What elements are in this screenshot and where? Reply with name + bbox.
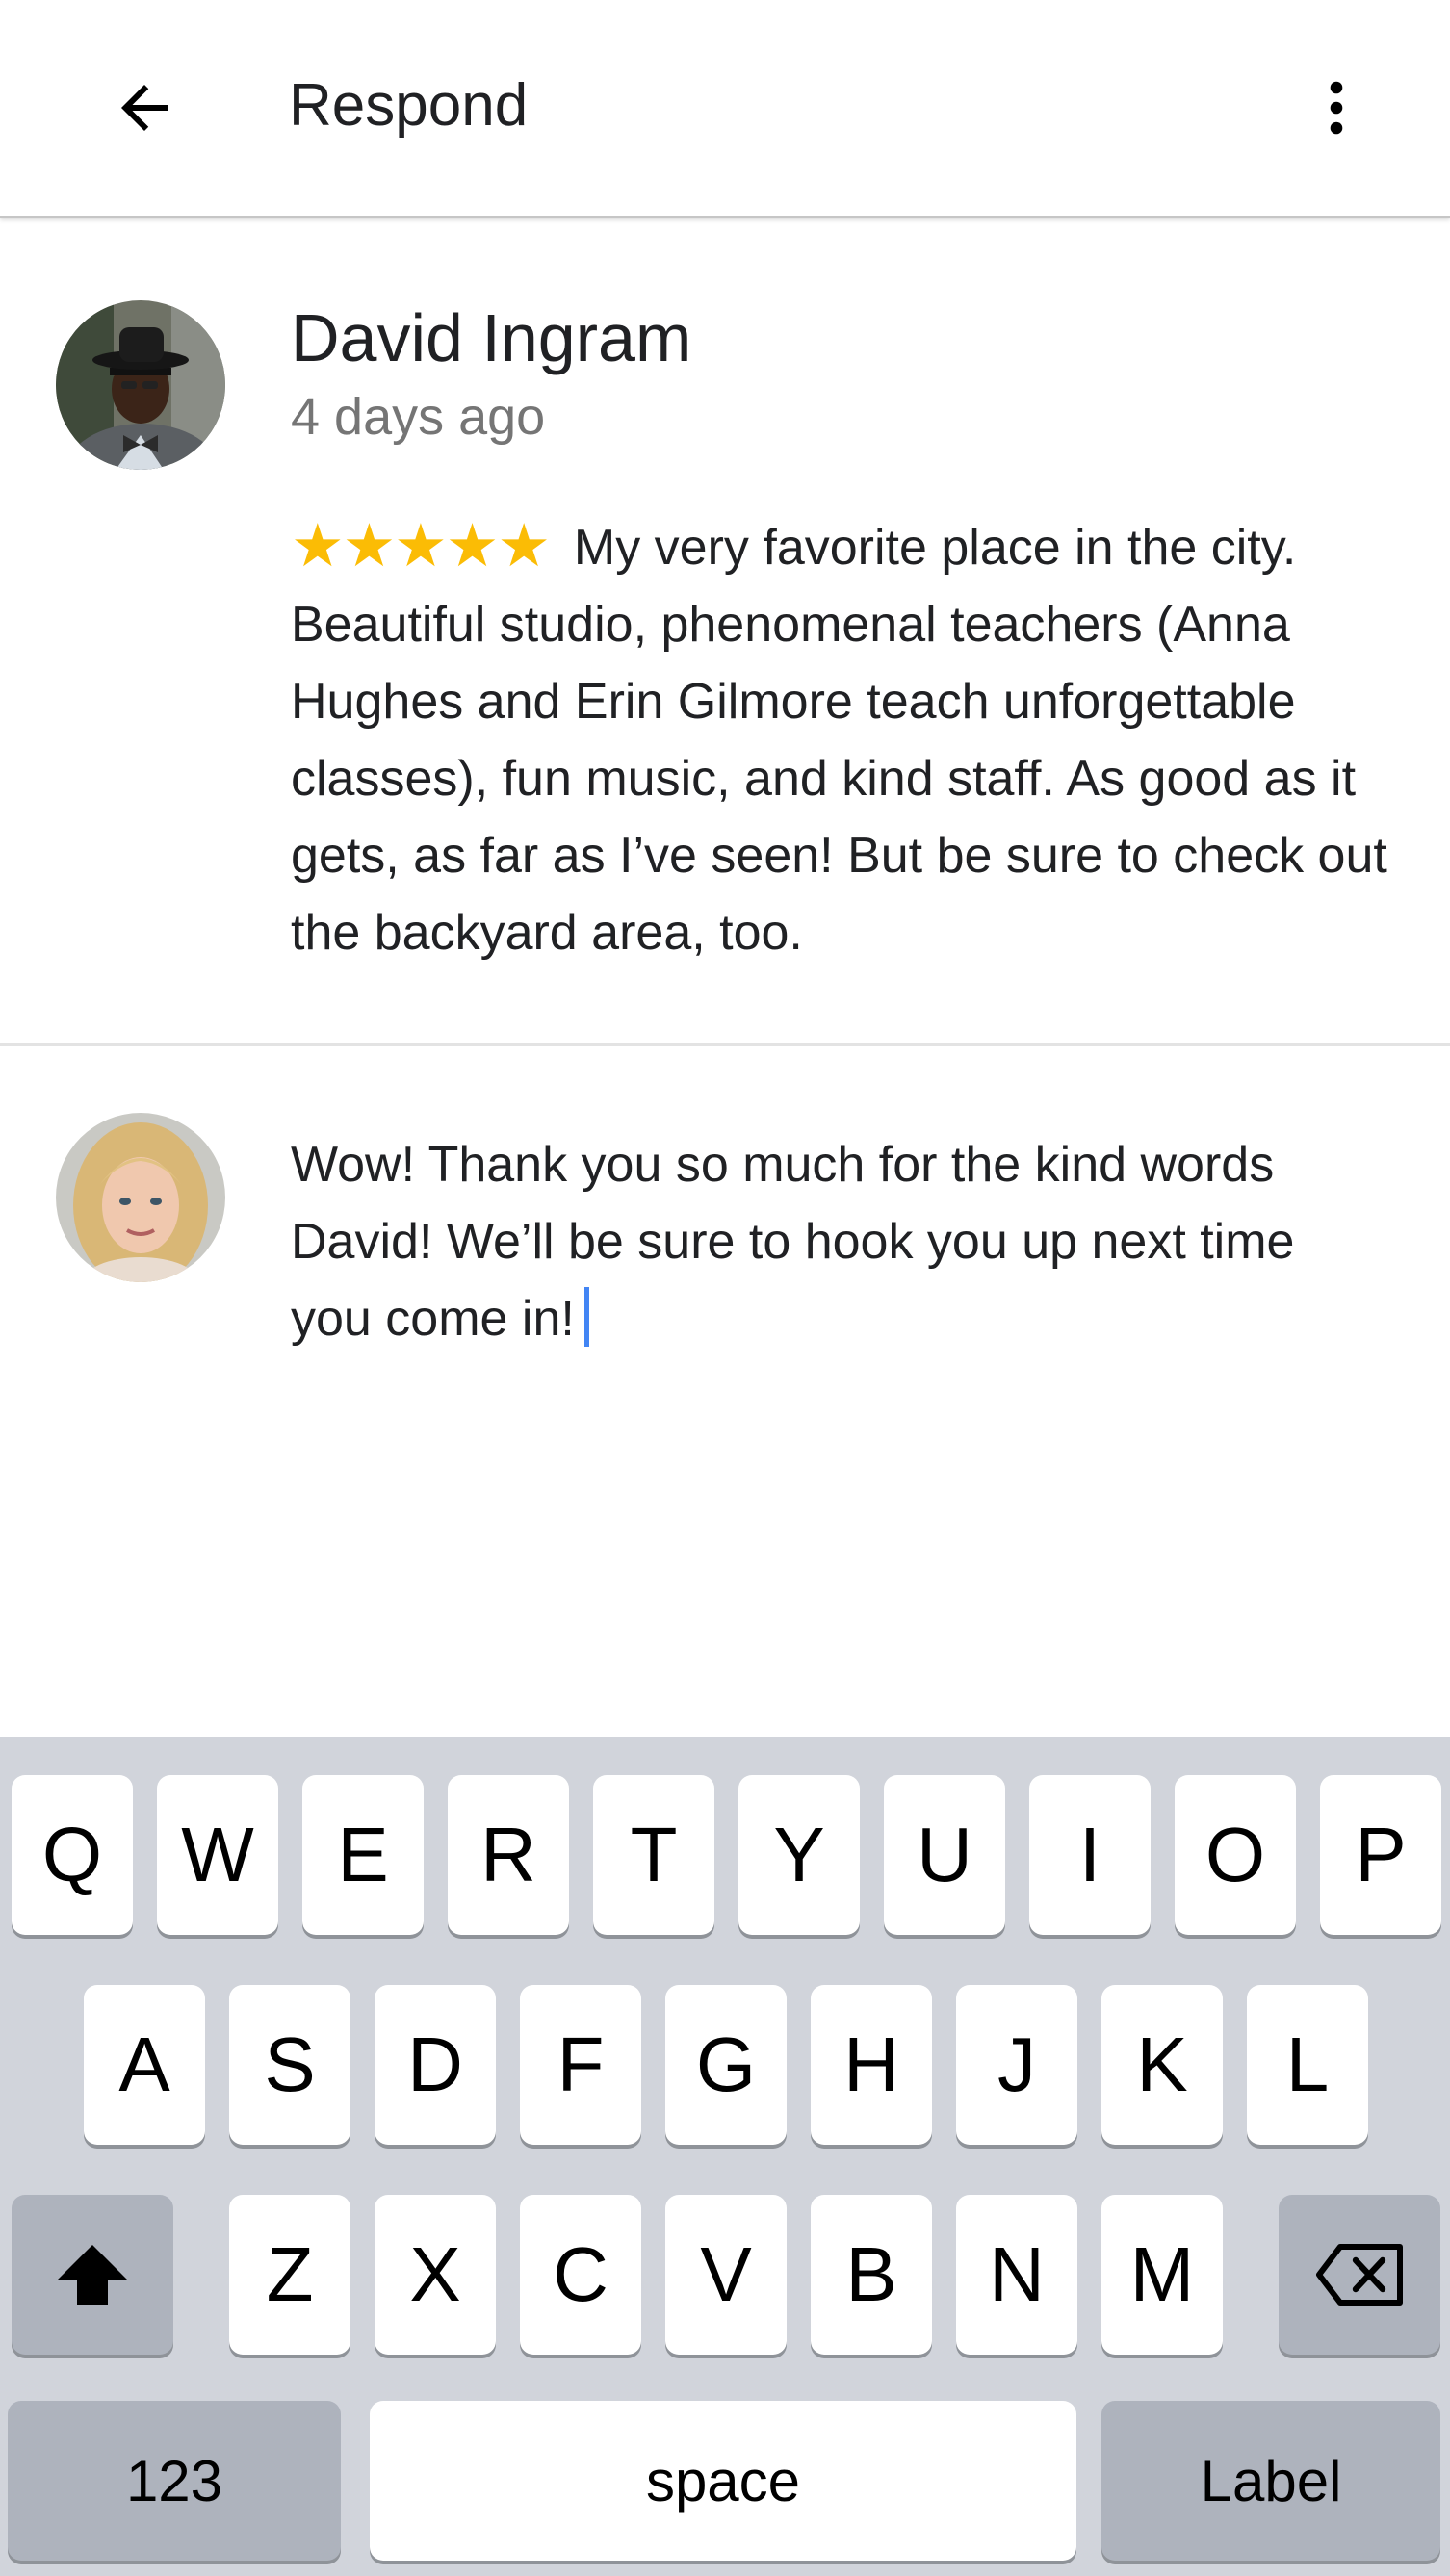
review-text: My very favorite place in the city. Beau… bbox=[291, 520, 1387, 961]
key-z[interactable]: Z bbox=[229, 2195, 350, 2355]
key-q[interactable]: Q bbox=[12, 1775, 133, 1935]
key-t[interactable]: T bbox=[593, 1775, 714, 1935]
reply-section[interactable]: Wow! Thank you so much for the kind word… bbox=[0, 1049, 1450, 1723]
label-key[interactable]: Label bbox=[1101, 2401, 1440, 2561]
backspace-icon bbox=[1316, 2244, 1403, 2306]
key-s[interactable]: S bbox=[229, 1985, 350, 2145]
key-o[interactable]: O bbox=[1175, 1775, 1296, 1935]
shift-icon bbox=[58, 2245, 127, 2305]
key-b[interactable]: B bbox=[811, 2195, 932, 2355]
key-d[interactable]: D bbox=[375, 1985, 496, 2145]
key-i[interactable]: I bbox=[1029, 1775, 1151, 1935]
key-y[interactable]: Y bbox=[738, 1775, 860, 1935]
back-button[interactable] bbox=[96, 60, 193, 156]
space-key[interactable]: space bbox=[370, 2401, 1076, 2561]
shift-key[interactable] bbox=[12, 2195, 173, 2355]
key-j[interactable]: J bbox=[956, 1985, 1077, 2145]
reviewer-name: David Ingram bbox=[291, 300, 692, 375]
review-timestamp: 4 days ago bbox=[291, 388, 546, 446]
on-screen-keyboard: Q W E R T Y U I O P A S D F G H J K L Z … bbox=[0, 1737, 1450, 2576]
key-l[interactable]: L bbox=[1247, 1985, 1368, 2145]
star-rating: ★★★★★ bbox=[291, 513, 551, 580]
key-m[interactable]: M bbox=[1101, 2195, 1223, 2355]
key-e[interactable]: E bbox=[302, 1775, 424, 1935]
more-vert-icon bbox=[1330, 81, 1343, 135]
key-w[interactable]: W bbox=[157, 1775, 278, 1935]
key-n[interactable]: N bbox=[956, 2195, 1077, 2355]
section-divider bbox=[0, 1043, 1450, 1046]
reviewer-avatar bbox=[56, 300, 225, 470]
review-text-block: ★★★★★ My very favorite place in the city.… bbox=[291, 508, 1388, 971]
key-x[interactable]: X bbox=[375, 2195, 496, 2355]
key-f[interactable]: F bbox=[520, 1985, 641, 2145]
key-g[interactable]: G bbox=[665, 1985, 787, 2145]
more-options-button[interactable] bbox=[1288, 60, 1385, 156]
page-title: Respond bbox=[289, 72, 529, 139]
key-h[interactable]: H bbox=[811, 1985, 932, 2145]
app-bar: Respond bbox=[0, 0, 1450, 218]
key-a[interactable]: A bbox=[84, 1985, 205, 2145]
owner-avatar bbox=[56, 1113, 225, 1282]
key-c[interactable]: C bbox=[520, 2195, 641, 2355]
arrow-back-icon bbox=[121, 85, 168, 131]
key-u[interactable]: U bbox=[884, 1775, 1005, 1935]
key-k[interactable]: K bbox=[1101, 1985, 1223, 2145]
backspace-key[interactable] bbox=[1279, 2195, 1440, 2355]
key-r[interactable]: R bbox=[448, 1775, 569, 1935]
reply-input[interactable]: Wow! Thank you so much for the kind word… bbox=[291, 1126, 1388, 1357]
review-card: David Ingram 4 days ago ★★★★★ My very fav… bbox=[0, 218, 1450, 1045]
text-cursor bbox=[583, 1287, 589, 1347]
key-p[interactable]: P bbox=[1320, 1775, 1441, 1935]
reply-text: Wow! Thank you so much for the kind word… bbox=[291, 1137, 1295, 1347]
numbers-key[interactable]: 123 bbox=[8, 2401, 341, 2561]
key-v[interactable]: V bbox=[665, 2195, 787, 2355]
